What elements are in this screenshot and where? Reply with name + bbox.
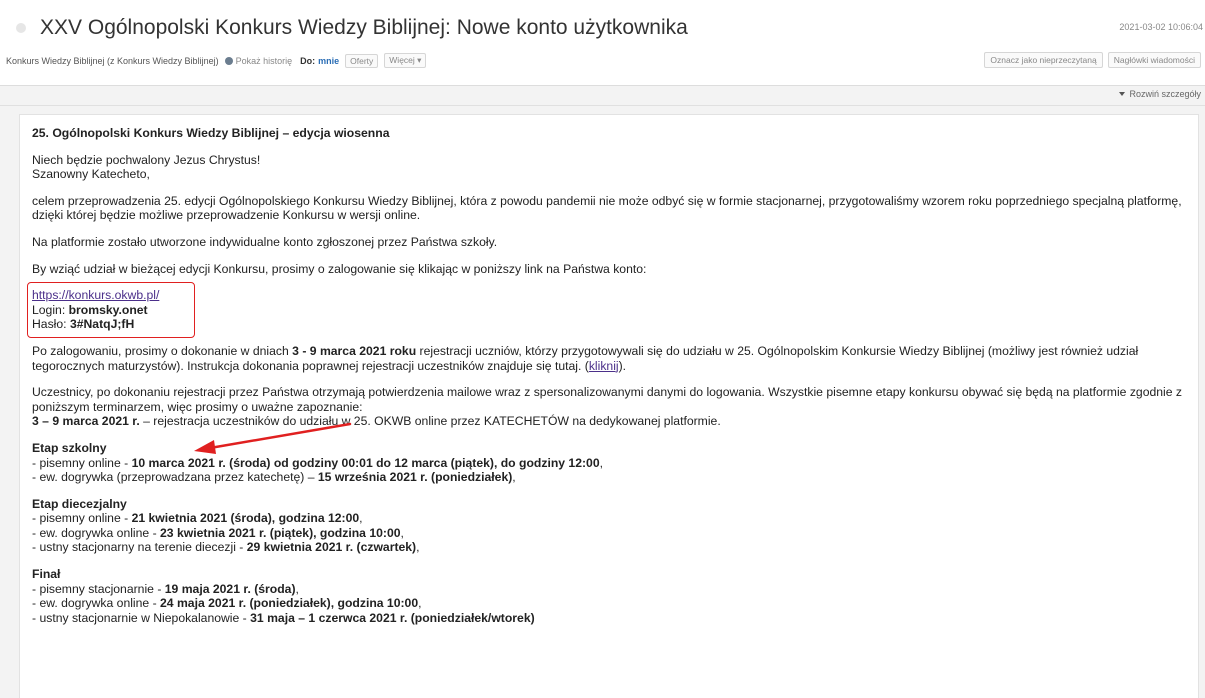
item-label: - ustny stacjonarny na terenie diecezji … xyxy=(32,540,247,555)
paragraph-registration: Po zalogowaniu, prosimy o dokonanie w dn… xyxy=(32,344,1186,373)
greeting: Niech będzie pochwalony Jezus Chrystus! … xyxy=(32,153,1186,182)
paragraph-login-instruction: By wziąć udział w bieżącej edycji Konkur… xyxy=(32,261,647,276)
more-button[interactable]: Więcej ▾ xyxy=(384,53,427,68)
item-label: - pisemny online - xyxy=(32,455,132,470)
stage-final-item: - ew. dogrywka online - 24 maja 2021 r. … xyxy=(32,596,1186,611)
meta-row: Konkurs Wiedzy Biblijnej (z Konkurs Wied… xyxy=(6,53,427,68)
item-date: 21 kwietnia 2021 (środa), godzina 12:00 xyxy=(131,511,360,526)
greeting-line-1: Niech będzie pochwalony Jezus Chrystus! xyxy=(32,152,261,167)
item-label: - ew. dogrywka (przeprowadzana przez kat… xyxy=(32,470,318,485)
item-date: 31 maja – 1 czerwca 2021 r. (poniedziałe… xyxy=(250,610,535,625)
item-punct: , xyxy=(359,511,363,526)
item-date: 29 kwietnia 2021 r. (czwartek) xyxy=(246,540,417,555)
stage-diocesan-item: - pisemny online - 21 kwietnia 2021 (śro… xyxy=(32,511,1186,526)
to-recipient[interactable]: mnie xyxy=(318,56,339,66)
message-date: 2021-03-02 10:06:04 xyxy=(1119,22,1203,32)
highlight-box xyxy=(27,282,195,339)
stage-diocesan-heading: Etap diecezjalny xyxy=(32,496,127,511)
item-label: - ew. dogrywka online - xyxy=(32,525,161,540)
item-punct: , xyxy=(418,596,422,611)
mark-unread-button[interactable]: Oznacz jako nieprzeczytaną xyxy=(984,52,1103,68)
show-history-button[interactable]: Pokaż historię xyxy=(224,55,293,66)
item-label: - pisemny online - xyxy=(32,511,132,526)
to-label: Do: xyxy=(300,55,316,66)
message-header: XXV Ogólnopolski Konkurs Wiedzy Biblijne… xyxy=(0,0,1205,86)
stage-final-heading: Finał xyxy=(32,567,61,582)
item-label: - pisemny stacjonarnie - xyxy=(32,581,165,596)
sender[interactable]: Konkurs Wiedzy Biblijnej (z Konkurs Wied… xyxy=(6,56,219,66)
history-icon xyxy=(224,56,233,65)
details-bar: Rozwiń szczegóły xyxy=(0,86,1205,106)
credentials-block: https://konkurs.okwb.pl/ Login: bromsky.… xyxy=(27,282,195,339)
item-date: 23 kwietnia 2021 r. (piątek), godzina 10… xyxy=(160,525,401,540)
message-body-area: 25. Ogólnopolski Konkurs Wiedzy Biblijne… xyxy=(0,106,1205,698)
subject-row: XXV Ogólnopolski Konkurs Wiedzy Biblijne… xyxy=(16,16,688,40)
greeting-line-2: Szanowny Katecheto, xyxy=(32,167,150,182)
item-label: - ustny stacjonarnie w Niepokalanowie - xyxy=(32,610,251,625)
stage-school-item: - ew. dogrywka (przeprowadzana przez kat… xyxy=(32,470,1186,485)
expand-details-label: Rozwiń szczegóły xyxy=(1129,89,1201,99)
item-date: 24 maja 2021 r. (poniedziałek), godzina … xyxy=(160,596,419,611)
stage-final: Finał - pisemny stacjonarnie - 19 maja 2… xyxy=(32,567,1186,625)
registration-text-1: Po zalogowaniu, prosimy o dokonanie w dn… xyxy=(32,343,293,358)
stage-final-item: - ustny stacjonarnie w Niepokalanowie - … xyxy=(32,611,1186,626)
message-subject: XXV Ogólnopolski Konkurs Wiedzy Biblijne… xyxy=(40,16,688,39)
schedule-registration-dates: 3 – 9 marca 2021 r. xyxy=(32,414,140,429)
schedule-intro: Uczestnicy, po dokonaniu rejestracji prz… xyxy=(32,385,1183,414)
paragraph-account: Na platformie zostało utworzone indywidu… xyxy=(32,234,498,249)
show-history-label: Pokaż historię xyxy=(235,55,293,66)
item-punct: , xyxy=(512,470,516,485)
paragraph-intro: celem przeprowadzenia 25. edycji Ogólnop… xyxy=(32,193,1182,223)
stage-diocesan-item: - ustny stacjonarny na terenie diecezji … xyxy=(32,540,1186,555)
message-headers-button[interactable]: Nagłówki wiadomości xyxy=(1107,52,1201,68)
message-body: 25. Ogólnopolski Konkurs Wiedzy Biblijne… xyxy=(19,114,1199,698)
item-punct: , xyxy=(400,525,404,540)
item-label: - ew. dogrywka online - xyxy=(32,596,161,611)
caret-down-icon xyxy=(1119,92,1126,96)
item-punct: , xyxy=(599,455,603,470)
item-punct: , xyxy=(416,540,420,555)
registration-text-3: ). xyxy=(618,358,627,373)
stage-diocesan-item: - ew. dogrywka online - 23 kwietnia 2021… xyxy=(32,526,1186,541)
stage-final-item: - pisemny stacjonarnie - 19 maja 2021 r.… xyxy=(32,582,1186,597)
message-title: 25. Ogólnopolski Konkurs Wiedzy Biblijne… xyxy=(32,126,390,140)
header-actions: Oznacz jako nieprzeczytaną Nagłówki wiad… xyxy=(979,52,1201,68)
stage-diocesan: Etap diecezjalny - pisemny online - 21 k… xyxy=(32,497,1186,555)
registration-dates: 3 - 9 marca 2021 roku xyxy=(292,343,417,358)
expand-details-button[interactable]: Rozwiń szczegóły xyxy=(1119,89,1201,99)
offers-button[interactable]: Oferty xyxy=(345,53,379,68)
item-punct: , xyxy=(295,581,299,596)
item-date: 19 maja 2021 r. (środa) xyxy=(164,581,296,596)
flag-icon[interactable] xyxy=(16,23,26,33)
item-date: 15 września 2021 r. (poniedziałek) xyxy=(317,470,513,485)
pointer-arrow-icon xyxy=(194,422,352,454)
instructions-link[interactable]: kliknij xyxy=(589,359,619,373)
